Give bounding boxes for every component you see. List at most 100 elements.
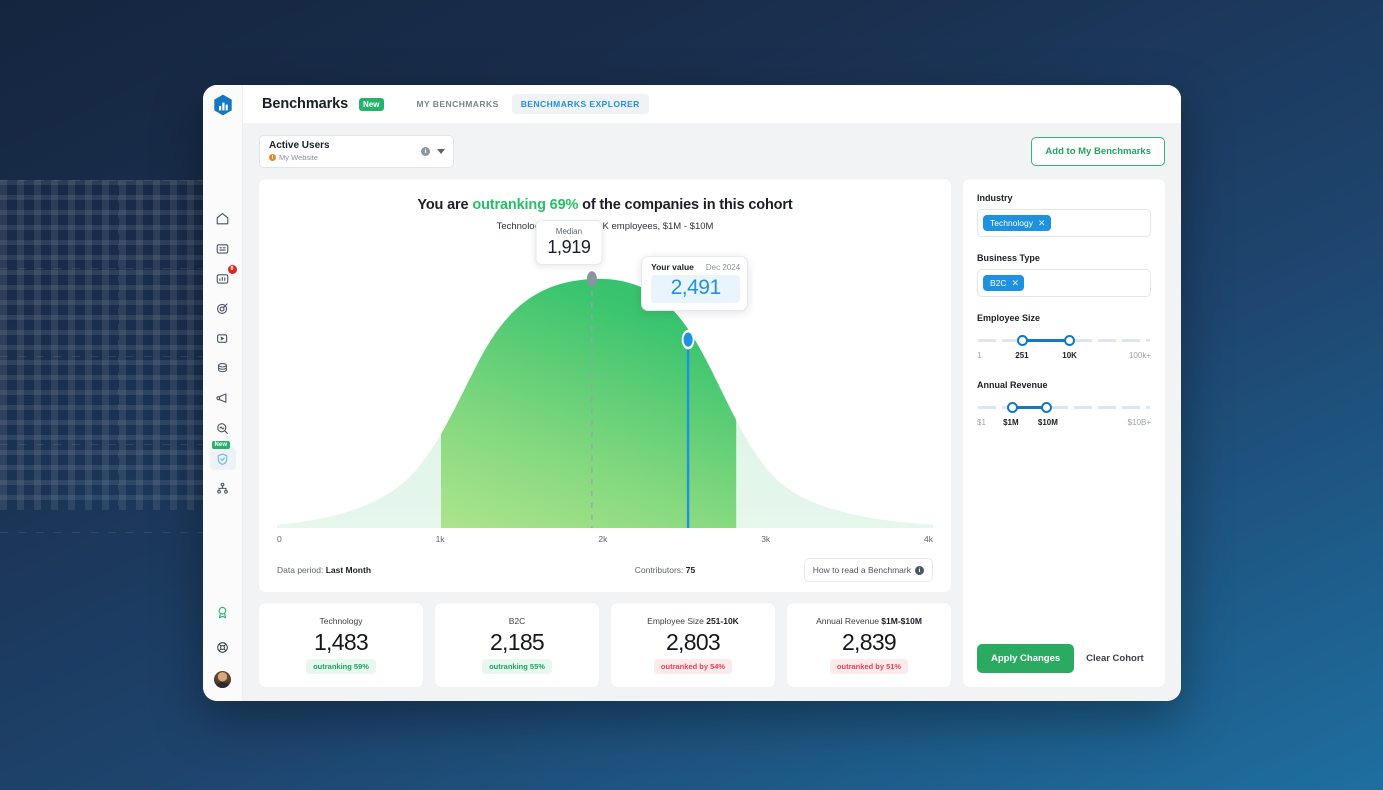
cohort-filter-panel: Industry Technology ✕ Business Type <box>963 179 1165 687</box>
contributors-value: 75 <box>686 565 695 575</box>
stat-label: Annual Revenue $1M-$10M <box>816 616 922 626</box>
your-value-label: Your value <box>651 262 694 272</box>
stat-label: B2C <box>509 616 526 626</box>
data-period-value: Last Month <box>326 565 371 575</box>
status-badge: outranked by 51% <box>830 659 908 674</box>
status-badge: outranking 59% <box>306 659 376 674</box>
contributors: Contributors: 75 <box>526 565 803 575</box>
headline-prefix: You are <box>417 197 472 213</box>
slider-track[interactable] <box>978 335 1150 347</box>
slider-handle-max[interactable] <box>1064 335 1075 346</box>
your-value-callout: Your value Dec 2024 2,491 <box>641 256 748 311</box>
median-callout: Median 1,919 <box>535 220 602 265</box>
slider-handle-min[interactable] <box>1017 335 1028 346</box>
stat-label: Employee Size 251-10K <box>647 616 739 626</box>
business-type-chip-input[interactable]: B2C ✕ <box>977 269 1151 297</box>
median-value: 1,919 <box>547 237 590 258</box>
info-icon[interactable]: i <box>421 147 430 156</box>
apply-changes-button[interactable]: Apply Changes <box>977 644 1074 673</box>
metric-selector[interactable]: Active Users My Website i <box>259 135 454 168</box>
info-icon: i <box>915 566 924 575</box>
stat-value: 2,839 <box>842 629 896 656</box>
slider-handle-min[interactable] <box>1007 402 1018 413</box>
data-period: Data period: Last Month <box>277 565 526 575</box>
stat-card-employee-size[interactable]: Employee Size 251-10K 2,803 outranked by… <box>611 603 775 687</box>
how-to-read-benchmark-button[interactable]: How to read a Benchmark i <box>804 558 933 582</box>
industry-chip-input[interactable]: Technology ✕ <box>977 209 1151 237</box>
stat-label-bold: $1M-$10M <box>881 616 922 626</box>
chip-label: B2C <box>990 278 1007 288</box>
employee-size-slider[interactable]: 1 251 10K 100k+ <box>977 329 1151 364</box>
sidebar-item-home[interactable] <box>210 207 236 230</box>
user-avatar[interactable] <box>214 671 231 688</box>
sidebar-item-benchmarks[interactable]: New <box>210 447 236 470</box>
chart-subheadline: Technology, B2C, 251-10K employees, $1M … <box>277 221 933 232</box>
slider-ticks: $1 $1M $10M $10B+ <box>977 418 1151 431</box>
filter-label-annual-revenue: Annual Revenue <box>977 380 1151 390</box>
metric-source-label: My Website <box>279 152 318 163</box>
chip-remove-icon[interactable]: ✕ <box>1038 219 1046 228</box>
sidebar-item-insights[interactable] <box>210 417 236 440</box>
content-area: Active Users My Website i Add to My Benc… <box>243 123 1181 701</box>
x-tick-1: 1k <box>436 534 445 548</box>
contributors-label: Contributors: <box>635 565 684 575</box>
filter-label-employee-size: Employee Size <box>977 313 1151 323</box>
x-tick-2: 2k <box>598 534 607 548</box>
stat-card-technology[interactable]: Technology 1,483 outranking 59% <box>259 603 423 687</box>
sidebar-item-data[interactable] <box>210 357 236 380</box>
slider-selected-range <box>1023 339 1069 342</box>
tab-benchmarks-explorer[interactable]: BENCHMARKS EXPLORER <box>512 94 649 114</box>
how-to-read-label: How to read a Benchmark <box>813 565 911 575</box>
tick-1: 1 <box>977 351 981 360</box>
slider-track-dashes <box>978 406 1150 409</box>
x-axis-ticks: 0 1k 2k 3k 4k <box>277 534 933 548</box>
chip-technology[interactable]: Technology ✕ <box>983 215 1051 231</box>
stat-card-annual-revenue[interactable]: Annual Revenue $1M-$10M 2,839 outranked … <box>787 603 951 687</box>
sidebar-item-feedback[interactable] <box>210 387 236 410</box>
content-header: Active Users My Website i Add to My Benc… <box>259 135 1165 168</box>
stat-label: Technology <box>319 616 362 626</box>
data-period-label: Data period: <box>277 565 323 575</box>
chip-remove-icon[interactable]: ✕ <box>1012 279 1020 288</box>
slider-handle-max[interactable] <box>1041 402 1052 413</box>
app-window: 8 New <box>203 85 1181 701</box>
chevron-down-icon[interactable] <box>437 149 445 154</box>
your-value-header: Your value Dec 2024 <box>651 262 740 272</box>
tab-bar: MY BENCHMARKS BENCHMARKS EXPLORER <box>408 94 649 114</box>
x-tick-4: 4k <box>924 534 933 548</box>
chip-b2c[interactable]: B2C ✕ <box>983 275 1024 291</box>
status-badge: outranked by 54% <box>654 659 732 674</box>
status-badge: outranking 55% <box>482 659 552 674</box>
tick-10k: 10K <box>1062 351 1077 360</box>
new-badge: New <box>212 441 231 449</box>
add-to-my-benchmarks-button[interactable]: Add to My Benchmarks <box>1031 137 1165 166</box>
sidebar-item-org[interactable] <box>210 477 236 500</box>
stat-value: 2,185 <box>490 629 544 656</box>
annual-revenue-slider[interactable]: $1 $1M $10M $10B+ <box>977 396 1151 431</box>
filter-business-type: Business Type B2C ✕ <box>977 253 1151 297</box>
clear-cohort-button[interactable]: Clear Cohort <box>1086 653 1144 664</box>
filter-industry: Industry Technology ✕ <box>977 193 1151 237</box>
stat-label-text: Technology <box>319 616 362 626</box>
chip-label: Technology <box>990 218 1033 228</box>
stat-card-b2c[interactable]: B2C 2,185 outranking 55% <box>435 603 599 687</box>
tick-1usd: $1 <box>977 418 986 427</box>
sidebar-item-session-replay[interactable] <box>210 327 236 350</box>
top-bar: Benchmarks New MY BENCHMARKS BENCHMARKS … <box>243 85 1181 123</box>
stat-label-bold: 251-10K <box>706 616 739 626</box>
rewards-badge-icon[interactable] <box>210 601 236 624</box>
sidebar-item-goals[interactable] <box>210 297 236 320</box>
your-value-number: 2,491 <box>651 275 740 303</box>
main-area: Benchmarks New MY BENCHMARKS BENCHMARKS … <box>243 85 1181 701</box>
slider-track[interactable] <box>978 402 1150 414</box>
site-dot-icon <box>269 154 276 161</box>
sidebar-item-dashboard[interactable] <box>210 237 236 260</box>
help-lifebuoy-icon[interactable] <box>210 636 236 659</box>
tick-1m: $1M <box>1003 418 1019 427</box>
sidebar-item-analytics[interactable]: 8 <box>210 267 236 290</box>
filter-label-business-type: Business Type <box>977 253 1151 263</box>
app-logo-icon[interactable] <box>212 93 234 117</box>
tab-my-benchmarks[interactable]: MY BENCHMARKS <box>408 94 508 114</box>
chart-plot-wrapper: Median 1,919 Your value Dec 2024 2,491 <box>277 242 933 554</box>
stat-value: 2,803 <box>666 629 720 656</box>
